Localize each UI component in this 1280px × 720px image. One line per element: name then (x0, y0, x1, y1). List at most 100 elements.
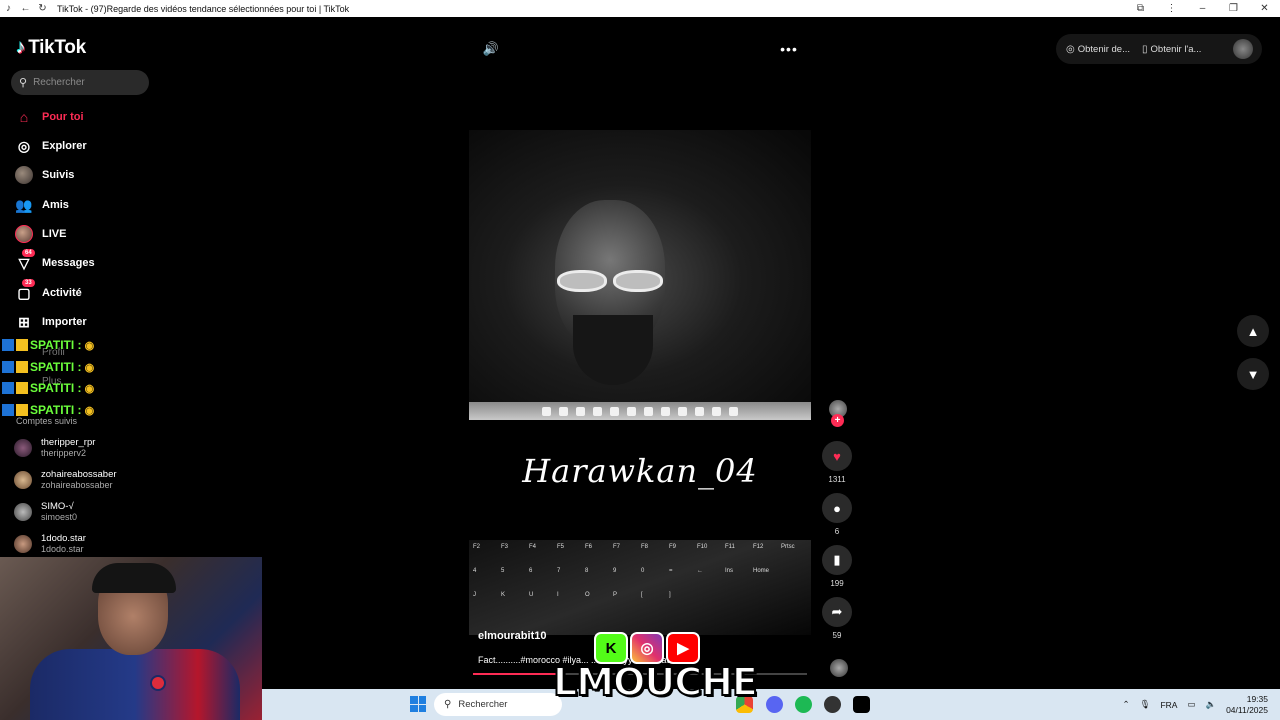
minimize-button[interactable]: – (1187, 0, 1218, 17)
tiktok-taskbar-icon[interactable] (853, 696, 870, 713)
system-tray: ⌃ 🎙 FRA ▭ 🔈 19:35 04/11/2025 (1123, 689, 1268, 720)
screen: ♪ ← ↻ TikTok - (97)Regarde des vidéos te… (0, 0, 1280, 720)
share-count: 59 (832, 631, 842, 640)
video-keyboard: F2 F3 F4 F5 F6 F7 F8 F9 F10 F11 F12 Prtsc 4 5 6 7 8 9 0 = ← I… (469, 540, 811, 635)
sidebar-item-explore[interactable]: ◎ Explorer (14, 135, 87, 157)
profile-avatar[interactable] (1233, 39, 1253, 59)
network-icon[interactable]: ▭ (1187, 699, 1195, 710)
back-icon[interactable]: ← (17, 0, 34, 17)
speaker-icon[interactable]: 🔈 (1205, 699, 1216, 710)
get-coins-button[interactable]: ◎ Obtenir de... (1066, 44, 1130, 55)
friends-icon: 👥 (15, 196, 33, 213)
next-video-button[interactable]: ▼ (1237, 358, 1269, 390)
like-action[interactable]: ♥ 1311 (822, 441, 852, 484)
music-disc-icon[interactable] (830, 659, 848, 677)
video-author[interactable]: elmourabit10 (478, 630, 546, 642)
tiktok-logo[interactable]: ♪ TikTok (16, 37, 86, 59)
windows-search-label: Rechercher (458, 699, 508, 710)
chat-overlay-row: SPATITI : ◉ (2, 337, 94, 353)
search-bar[interactable]: ⚲ (11, 70, 149, 95)
more-options-icon[interactable]: ••• (780, 40, 798, 58)
inbox-icon: ▽ 64 (14, 249, 35, 273)
keyboard-key: 4 (473, 568, 477, 574)
heart-icon[interactable]: ♥ (822, 441, 852, 471)
share-icon[interactable]: ➦ (822, 597, 852, 627)
chevron-up-icon[interactable]: ⌃ (1123, 699, 1130, 710)
followed-account[interactable]: zohaireabossaber zohaireabossaber (14, 469, 117, 491)
keyboard-key: ] (669, 592, 671, 598)
spotify-icon[interactable] (795, 696, 812, 713)
fish-emoji-icon: ◉ (84, 404, 95, 417)
followed-account[interactable]: 1dodo.star 1dodo.star (14, 533, 86, 555)
keyboard-keys: F2 F3 F4 F5 F6 F7 F8 F9 F10 F11 F12 Prtsc 4 5 6 7 8 9 0 = ← I… (469, 540, 811, 635)
windows-taskbar: ⚲ Rechercher ⌃ 🎙 FRA ▭ 🔈 19:35 04/11/2025 (262, 689, 1280, 720)
sidebar-item-label: Amis (42, 199, 69, 211)
sidebar-item-label: Explorer (42, 140, 87, 152)
search-input[interactable] (33, 77, 134, 88)
account-username: zohaireabossaber (41, 480, 113, 490)
search-icon: ⚲ (19, 77, 28, 89)
activity-icon: ▢ 33 (14, 279, 35, 303)
sidebar-item-friends[interactable]: 👥 Amis (14, 194, 69, 216)
keyboard-key: [ (641, 592, 643, 598)
sidebar-item-activity[interactable]: ▢ 33 Activité (14, 279, 82, 304)
video-frame (469, 130, 811, 402)
follow-plus-icon[interactable]: + (831, 414, 844, 427)
comment-action[interactable]: ● 6 (822, 493, 852, 536)
video-player[interactable]: Harawkan_04 F2 F3 F4 F5 F6 F7 F8 F9 F10 F11 F12 Prt… (469, 130, 811, 680)
keyboard-key: I (557, 592, 559, 598)
volume-icon[interactable]: 🔊 (482, 40, 500, 58)
sidebar-item-live[interactable]: LIVE (14, 223, 66, 245)
sidebar-item-for-you[interactable]: ⌂ Pour toi (14, 106, 84, 128)
previous-video-button[interactable]: ▲ (1237, 315, 1269, 347)
browser-titlebar: ♪ ← ↻ TikTok - (97)Regarde des vidéos te… (0, 0, 1280, 17)
keyboard-key: = (669, 568, 673, 574)
windows-search[interactable]: ⚲ Rechercher (434, 693, 562, 716)
keyboard-key (781, 592, 807, 614)
keyboard-key (753, 592, 779, 614)
account-username: theripperv2 (41, 448, 87, 458)
comment-count: 6 (834, 527, 840, 536)
coin-icon: ◎ (1066, 43, 1075, 55)
save-action[interactable]: ▮ 199 (822, 545, 852, 588)
clock[interactable]: 19:35 04/11/2025 (1226, 694, 1268, 716)
compass-icon: ◎ (17, 137, 31, 154)
phone-icon: ▯ (1142, 43, 1148, 55)
get-coins-label: Obtenir de... (1077, 43, 1131, 55)
language-indicator[interactable]: FRA (1160, 700, 1177, 710)
get-app-button[interactable]: ▯ Obtenir l'a... (1142, 44, 1201, 55)
sidebar-item-following[interactable]: Suivis (14, 164, 74, 186)
keyboard-key: J (473, 592, 476, 598)
sidebar: ♪ TikTok ⚲ ⌂ Pour toi ◎ Explorer Suivis … (0, 17, 262, 557)
fish-emoji-icon: ◉ (84, 382, 95, 395)
sidebar-item-label: Activité (42, 287, 82, 299)
close-button[interactable]: ✕ (1249, 0, 1280, 17)
progress-fill (473, 673, 557, 675)
menu-dots-icon[interactable]: ⋮ (1156, 0, 1187, 17)
account-name: SIMO-√ (41, 501, 74, 512)
app-icon[interactable] (824, 696, 841, 713)
keyboard-key: 5 (501, 568, 505, 574)
windows-start-icon[interactable] (410, 696, 426, 712)
sidebar-item-upload[interactable]: ⊞ Importer (14, 311, 87, 333)
video-taskbar-strip (469, 402, 811, 420)
restore-button[interactable]: ❐ (1218, 0, 1249, 17)
bookmark-icon[interactable]: ▮ (822, 545, 852, 575)
followed-account[interactable]: SIMO-√ simoest0 (14, 501, 77, 523)
keyboard-key: F7 (613, 544, 621, 550)
following-avatar (14, 165, 34, 185)
microphone-icon[interactable]: 🎙 (1140, 699, 1151, 710)
keyboard-key: 7 (557, 568, 561, 574)
followed-account[interactable]: theripper_rpr theripperv2 (14, 437, 95, 459)
extensions-icon[interactable]: ⧉ (1125, 0, 1156, 17)
streamer-webcam (0, 557, 262, 720)
keyboard-key: F2 (473, 544, 481, 550)
discord-icon[interactable] (766, 696, 783, 713)
sidebar-item-messages[interactable]: ▽ 64 Messages (14, 249, 95, 274)
keyboard-key: F5 (557, 544, 565, 550)
reload-icon[interactable]: ↻ (34, 0, 51, 17)
share-action[interactable]: ➦ 59 (822, 597, 852, 640)
keyboard-key: K (501, 592, 506, 598)
keyboard-key: Home (753, 568, 770, 574)
comment-icon[interactable]: ● (822, 493, 852, 523)
